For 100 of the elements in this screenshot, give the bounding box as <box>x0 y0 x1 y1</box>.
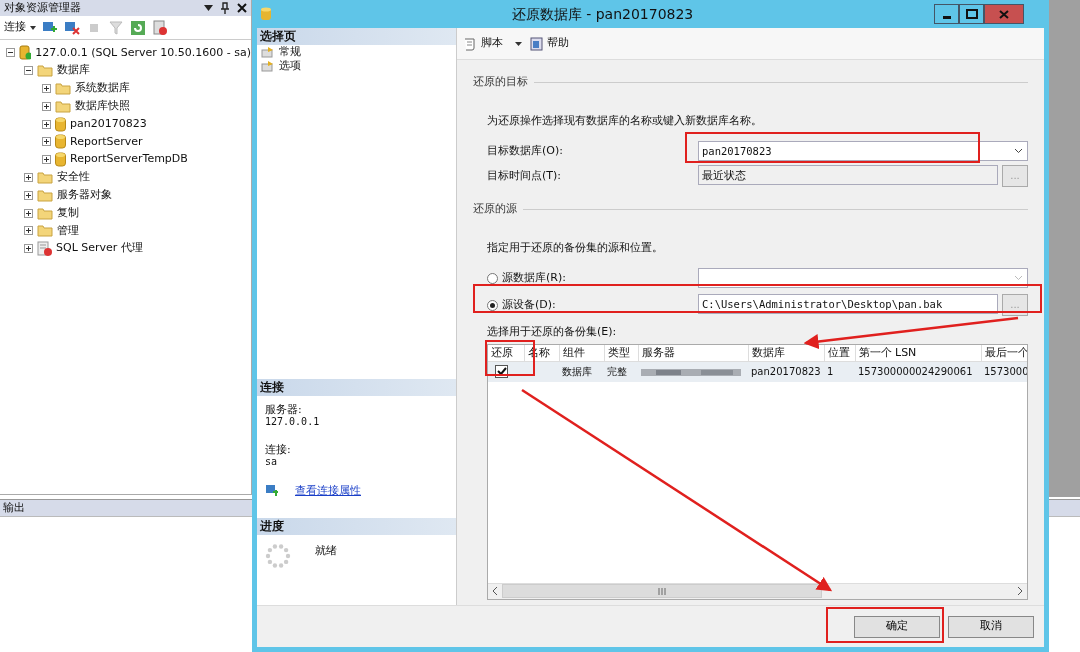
text-field[interactable]: C:\Users\Administrator\Desktop\pan.bak <box>698 294 998 314</box>
folder-icon <box>55 99 71 113</box>
minimize-button[interactable] <box>934 4 959 24</box>
panel-title: 输出 <box>3 501 25 514</box>
combo-box[interactable] <box>698 268 1028 288</box>
field-label: 目标时间点(T): <box>487 167 562 184</box>
folder-icon <box>37 64 53 78</box>
hint-text: 指定用于还原的备份集的源和位置。 <box>487 239 664 256</box>
close-icon[interactable] <box>237 3 247 13</box>
expand-toggle[interactable] <box>42 137 51 147</box>
caret-icon <box>30 25 36 30</box>
schema-icon[interactable] <box>152 19 168 36</box>
help-button[interactable]: 帮助 <box>530 35 569 52</box>
folder-icon <box>55 82 71 95</box>
minimize-icon <box>942 15 951 19</box>
section-header: 进度 <box>257 518 456 535</box>
tree-item[interactable]: 数据库 <box>57 62 90 79</box>
tree-item[interactable]: 复制 <box>57 204 79 222</box>
expand-toggle[interactable] <box>24 226 33 236</box>
expand-toggle[interactable] <box>42 119 51 129</box>
horizontal-scrollbar[interactable] <box>488 582 1027 599</box>
panel-header <box>1049 499 1080 517</box>
tree-item[interactable]: 数据库快照 <box>75 98 130 115</box>
server-icon <box>19 45 32 61</box>
database-icon <box>261 7 271 21</box>
expand-toggle[interactable] <box>42 155 51 165</box>
combo-box[interactable]: pan20170823 <box>698 141 1028 161</box>
page-icon <box>261 60 275 72</box>
tree-item[interactable]: 安全性 <box>57 169 90 186</box>
disconnect-icon[interactable] <box>64 19 80 36</box>
maximize-button[interactable] <box>959 4 984 24</box>
expand-toggle[interactable] <box>24 66 33 76</box>
connection-icon <box>265 484 279 497</box>
cancel-button[interactable]: 取消 <box>948 615 1034 638</box>
table-cell: 数据库 <box>559 361 604 382</box>
ok-button[interactable]: 确定 <box>854 615 940 638</box>
expand-toggle[interactable] <box>24 208 33 218</box>
expand-toggle[interactable] <box>42 101 51 111</box>
radio-option[interactable]: 源数据库(R): <box>487 269 698 287</box>
folder-icon <box>37 206 53 220</box>
section-title: 还原的目标 <box>473 74 528 90</box>
close-icon <box>999 9 1009 19</box>
radio-option[interactable]: 源设备(D): <box>487 296 698 314</box>
tree-item[interactable]: 127.0.0.1 (SQL Server 10.50.1600 - sa) <box>35 44 251 62</box>
maximize-icon <box>965 9 978 19</box>
column-header[interactable]: 第一个 LSN <box>855 344 981 362</box>
agent-icon <box>37 241 52 257</box>
expand-toggle[interactable] <box>6 48 15 58</box>
folder-icon <box>37 188 53 202</box>
script-button[interactable]: 脚本 <box>463 35 503 52</box>
dropdown-icon[interactable] <box>204 5 213 11</box>
table-cell: pan20170823 <box>748 361 824 382</box>
tree-item[interactable]: 服务器对象 <box>57 187 112 204</box>
database-icon <box>55 134 66 150</box>
tree-item[interactable]: 系统数据库 <box>75 80 130 97</box>
help-icon <box>530 36 543 51</box>
pin-icon[interactable] <box>221 2 229 14</box>
section-header: 选择页 <box>257 28 456 45</box>
field-label: 选择用于还原的备份集(E): <box>487 324 617 340</box>
folder-icon <box>37 224 53 238</box>
table-cell: 1 <box>824 361 855 382</box>
column-header[interactable]: 数据库 <box>748 344 824 362</box>
page-icon <box>261 46 275 58</box>
chevron-icon[interactable] <box>1014 148 1023 154</box>
database-icon <box>55 152 66 168</box>
connection-link[interactable]: 查看连接属性 <box>295 484 361 497</box>
tree-item[interactable]: ReportServerTempDB <box>70 151 188 168</box>
tree-item[interactable]: 管理 <box>57 222 79 240</box>
column-header[interactable]: 类型 <box>604 344 638 362</box>
section-header: 连接 <box>257 379 456 396</box>
table-cell: 1573000 <box>981 361 1027 382</box>
column-header[interactable]: 还原 <box>488 344 524 362</box>
field-label: 服务器: <box>265 404 303 416</box>
table-cell: 完整 <box>604 361 638 382</box>
window-title: 还原数据库 - pan20170823 <box>510 5 695 24</box>
tree-item[interactable]: pan20170823 <box>70 115 147 133</box>
field-value: sa <box>265 456 279 468</box>
column-header[interactable]: 服务器 <box>638 344 748 362</box>
script-icon <box>463 36 477 51</box>
expand-toggle[interactable] <box>24 172 33 182</box>
column-header[interactable]: 组件 <box>559 344 604 362</box>
expand-toggle[interactable] <box>24 244 33 254</box>
table-cell: 157300000024290061 <box>855 361 981 382</box>
page-item[interactable]: 选项 <box>257 59 456 73</box>
scroll-thumb[interactable] <box>502 584 822 598</box>
grip-icon <box>658 587 666 595</box>
refresh-icon[interactable] <box>130 19 146 36</box>
panel-title: 对象资源管理器 <box>4 0 81 16</box>
connect-button[interactable]: 连接 <box>4 19 36 36</box>
status-text: 就绪 <box>315 543 337 559</box>
close-button[interactable] <box>984 4 1024 24</box>
field-label: 目标数据库(O): <box>487 142 564 159</box>
expand-toggle[interactable] <box>42 84 51 93</box>
tree-item[interactable]: SQL Server 代理 <box>56 240 143 257</box>
tree-item[interactable]: ReportServer <box>70 133 143 151</box>
expand-toggle[interactable] <box>24 190 33 200</box>
dropdown-icon[interactable] <box>515 41 522 46</box>
page-item[interactable]: 常规 <box>257 45 456 59</box>
column-header[interactable]: 位置 <box>824 344 855 362</box>
hint-text: 为还原操作选择现有数据库的名称或键入新数据库名称。 <box>487 112 763 129</box>
